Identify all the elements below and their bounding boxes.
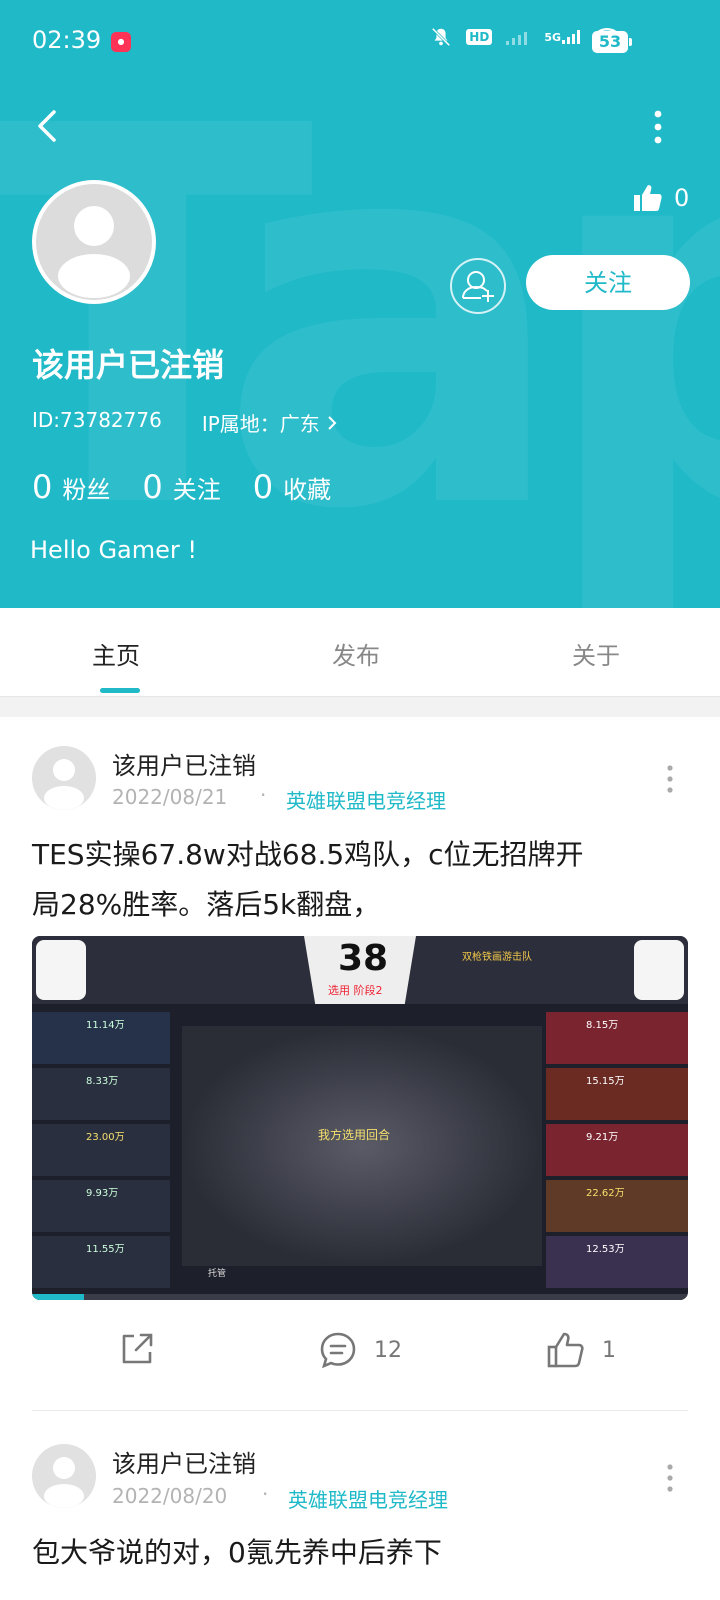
video-progress-fill (32, 1294, 84, 1300)
signal-5g-label: 5G (544, 31, 561, 44)
media-center-label: 我方选用回合 (318, 1128, 391, 1142)
stat-fans-count: 0 (32, 468, 53, 506)
stat-fans[interactable]: 0 粉丝 (32, 468, 110, 506)
roster-row: 11.55万 (32, 1236, 170, 1288)
default-avatar-icon (44, 759, 84, 810)
post-author-name[interactable]: 该用户已注销 (112, 746, 256, 781)
like-button[interactable]: 1 (546, 1330, 616, 1370)
post-author-avatar[interactable] (32, 1444, 96, 1508)
stat-following[interactable]: 0 关注 (142, 468, 220, 506)
post-category[interactable]: 英雄联盟电竞经理 (286, 785, 446, 814)
media-round-number: 38 (338, 938, 389, 979)
more-options-icon[interactable] (648, 110, 668, 144)
active-tab-indicator (100, 688, 140, 693)
post-author-name[interactable]: 该用户已注销 (112, 1444, 256, 1479)
notification-app-icon: ● (111, 32, 131, 52)
roster-row: 9.21万 (546, 1124, 688, 1176)
add-friend-button[interactable] (450, 258, 506, 314)
media-center-blur (182, 1026, 542, 1266)
post-text-line: 包大爷说的对，0氪先养中后养下 (32, 1536, 442, 1569)
status-bar: 02:39 ● HD 5G 53 (0, 0, 720, 84)
media-right-team: 双枪铁画游击队 (462, 952, 532, 963)
profile-stats: 0 粉丝 0 关注 0 收藏 (32, 468, 331, 506)
post-text[interactable]: 包大爷说的对，0氪先养中后养下 (32, 1528, 442, 1578)
comment-icon (320, 1332, 356, 1369)
media-right-logo (634, 940, 684, 1000)
roster-row: 15.15万 (546, 1068, 688, 1120)
stat-following-count: 0 (142, 468, 163, 506)
user-id: ID:73782776 (32, 408, 162, 432)
post-category[interactable]: 英雄联盟电竞经理 (288, 1484, 448, 1513)
roster-row: 12.53万 (546, 1236, 688, 1288)
stat-favorites-count: 0 (252, 468, 274, 506)
chevron-right-icon (328, 415, 337, 430)
tab-about[interactable]: 关于 (572, 636, 620, 671)
add-user-icon (462, 271, 494, 302)
profile-bio: Hello Gamer ! (30, 536, 198, 564)
roster-row: 8.15万 (546, 1012, 688, 1064)
roster-row: 11.14万 (32, 1012, 170, 1064)
share-icon (122, 1333, 153, 1364)
tab-home[interactable]: 主页 (92, 636, 140, 671)
profile-username: 该用户已注销 (32, 346, 225, 384)
comment-count: 12 (374, 1337, 402, 1363)
post-meta-dot: · (260, 783, 267, 807)
stat-following-label: 关注 (172, 476, 221, 504)
follow-button[interactable]: 关注 (526, 255, 690, 310)
default-avatar-icon (44, 1457, 84, 1508)
like-count: 1 (602, 1337, 616, 1363)
media-phase: 选用 阶段2 (328, 984, 383, 997)
signal-5g-icon: 5G (544, 30, 580, 44)
profile-meta: ID:73782776 IP属地：广东 (32, 408, 338, 437)
ip-location-label: IP属地：广东 (201, 412, 320, 436)
post-date: 2022/08/20 (112, 1484, 228, 1508)
section-separator (0, 697, 720, 717)
default-avatar-icon (58, 206, 130, 298)
profile-tabs: 主页 发布 关于 (0, 608, 720, 697)
media-left-logo (36, 940, 86, 1000)
post-media-image[interactable]: 38 选用 阶段2 双枪铁画游击队 11.14万 8.33万 23.00万 9.… (32, 936, 688, 1300)
status-time: 02:39 (32, 26, 102, 54)
video-progress[interactable] (32, 1294, 688, 1300)
battery-indicator: 53 (592, 31, 632, 53)
media-right-roster: 8.15万 15.15万 9.21万 22.62万 12.53万 (546, 1012, 688, 1296)
profile-header: Tap 02:39 ● HD 5G 53 0 关注 该用户已注销 ID:7378… (0, 0, 720, 608)
mute-bell-icon (432, 27, 451, 47)
ip-location[interactable]: IP属地：广东 (202, 408, 338, 437)
roster-row: 8.33万 (32, 1068, 170, 1120)
stat-fans-label: 粉丝 (62, 476, 111, 504)
post-text[interactable]: TES实操67.8w对战68.5鸡队，c位无招牌开 局28%胜率。落后5k翻盘， (32, 830, 584, 930)
profile-like[interactable]: 0 (632, 182, 689, 214)
post-text-line: 局28%胜率。落后5k翻盘， (32, 888, 381, 921)
profile-like-count: 0 (674, 184, 690, 212)
post-actions: 12 1 (0, 1330, 720, 1390)
roster-row: 9.93万 (32, 1180, 170, 1232)
thumbs-up-outline-icon (547, 1332, 584, 1368)
post-date: 2022/08/21 (112, 785, 228, 809)
media-left-roster: 11.14万 8.33万 23.00万 9.93万 11.55万 (32, 1012, 170, 1296)
post-more-icon[interactable] (666, 1463, 674, 1493)
roster-row: 22.62万 (546, 1180, 688, 1232)
hd-icon: HD (466, 29, 493, 45)
post-text-line: TES实操67.8w对战68.5鸡队，c位无招牌开 (32, 838, 584, 871)
post-divider (32, 1410, 688, 1411)
signal-weak-icon (506, 32, 528, 45)
stat-favorites-label: 收藏 (283, 476, 332, 504)
share-button[interactable] (118, 1330, 156, 1368)
back-arrow-icon[interactable] (28, 106, 68, 146)
roster-row: 23.00万 (32, 1124, 170, 1176)
profile-avatar[interactable] (32, 180, 156, 304)
comment-button[interactable]: 12 (318, 1330, 402, 1370)
post-author-avatar[interactable] (32, 746, 96, 810)
tab-posts[interactable]: 发布 (332, 636, 380, 671)
media-seat-label: 托管 (208, 1269, 227, 1279)
stat-favorites[interactable]: 0 收藏 (253, 468, 331, 506)
post-more-icon[interactable] (666, 764, 674, 794)
thumbs-up-icon (634, 185, 662, 211)
post-meta-dot: · (262, 1482, 269, 1506)
